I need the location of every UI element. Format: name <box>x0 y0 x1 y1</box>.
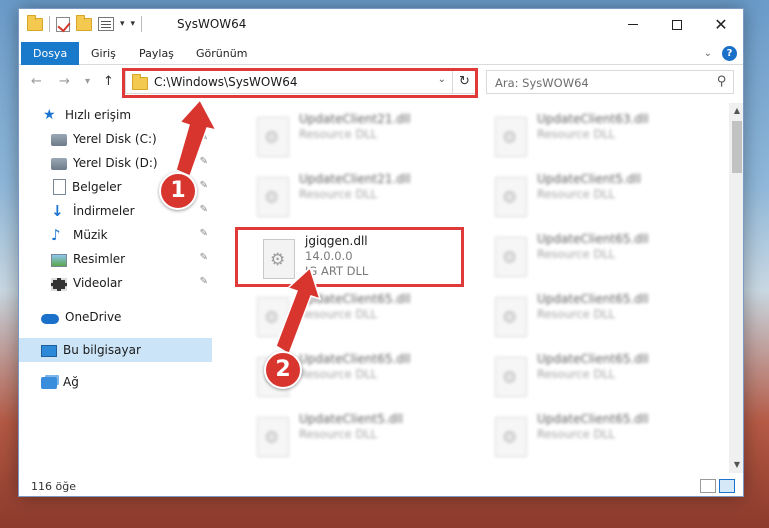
annotation-arrows <box>175 98 322 356</box>
arrow-1 <box>175 98 218 178</box>
step-2-badge: 2 <box>264 351 302 389</box>
step-1-badge: 1 <box>159 172 197 210</box>
arrow-2 <box>275 266 322 356</box>
